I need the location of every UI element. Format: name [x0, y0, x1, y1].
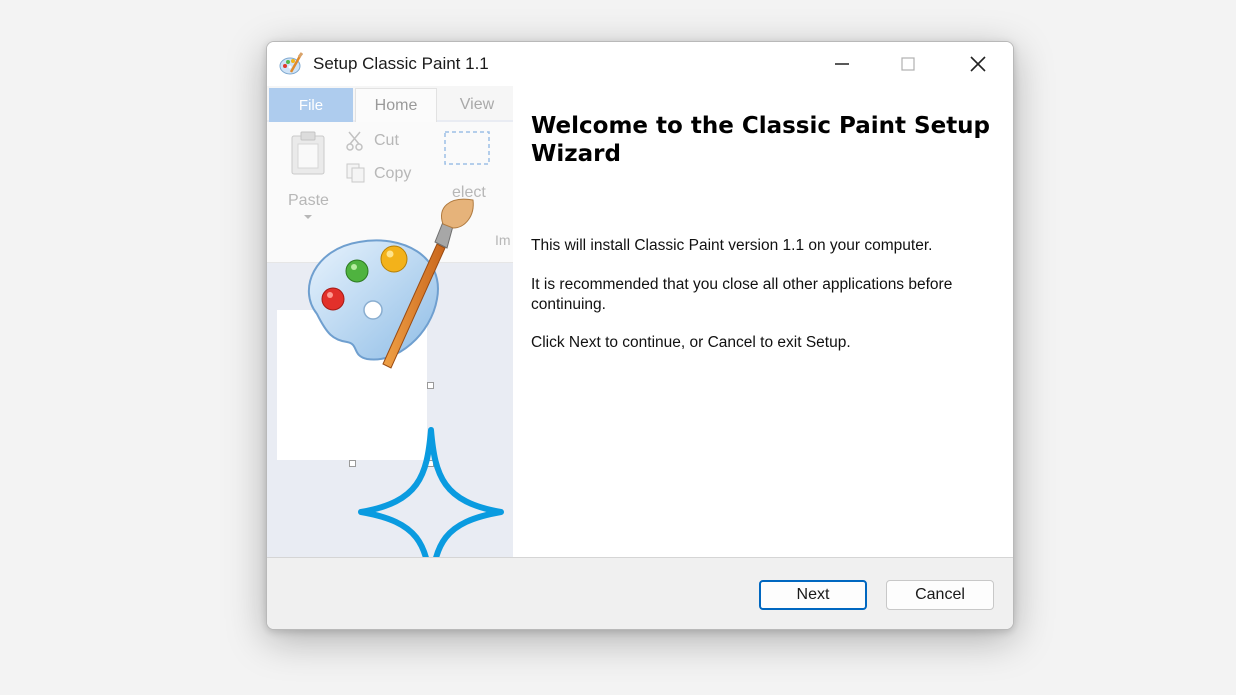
paint-palette-icon	[279, 52, 304, 76]
select-icon	[444, 131, 490, 165]
page-title: Welcome to the Classic Paint Setup Wizar…	[531, 113, 991, 167]
image-group-label: Im	[495, 232, 511, 248]
copy-icon	[346, 163, 365, 183]
ribbon-tab-file: File	[269, 88, 353, 122]
setup-window: Setup Classic Paint 1.1 File Home View P…	[266, 41, 1014, 630]
close-button[interactable]	[945, 42, 1011, 86]
recommendation-text: It is recommended that you close all oth…	[531, 276, 953, 313]
instruction-text: Click Next to continue, or Cancel to exi…	[531, 334, 851, 351]
maximize-button[interactable]	[875, 42, 941, 86]
wizard-side-image: File Home View Paste Cut Copy elect Im	[267, 86, 513, 557]
title-bar[interactable]: Setup Classic Paint 1.1	[267, 42, 1013, 86]
window-title: Setup Classic Paint 1.1	[313, 54, 489, 73]
close-icon	[970, 56, 986, 72]
description-text: This will install Classic Paint version …	[531, 237, 933, 254]
paint-palette-icon	[307, 198, 474, 369]
minimize-icon	[835, 63, 849, 65]
cut-label: Cut	[374, 132, 399, 149]
button-bar: Next Cancel	[267, 557, 1013, 629]
scissors-icon	[346, 131, 363, 151]
maximize-icon	[901, 57, 915, 71]
next-button[interactable]: Next	[759, 580, 867, 610]
clipboard-icon	[291, 131, 325, 175]
sparkle-icon	[358, 427, 504, 557]
minimize-button[interactable]	[809, 42, 875, 86]
wizard-content: Welcome to the Classic Paint Setup Wizar…	[513, 86, 1013, 557]
ribbon-tab-home: Home	[355, 88, 437, 122]
cancel-button[interactable]: Cancel	[886, 580, 994, 610]
ribbon-tab-view: View	[459, 96, 495, 113]
canvas-resize-handle	[427, 382, 434, 389]
copy-label: Copy	[374, 165, 412, 182]
